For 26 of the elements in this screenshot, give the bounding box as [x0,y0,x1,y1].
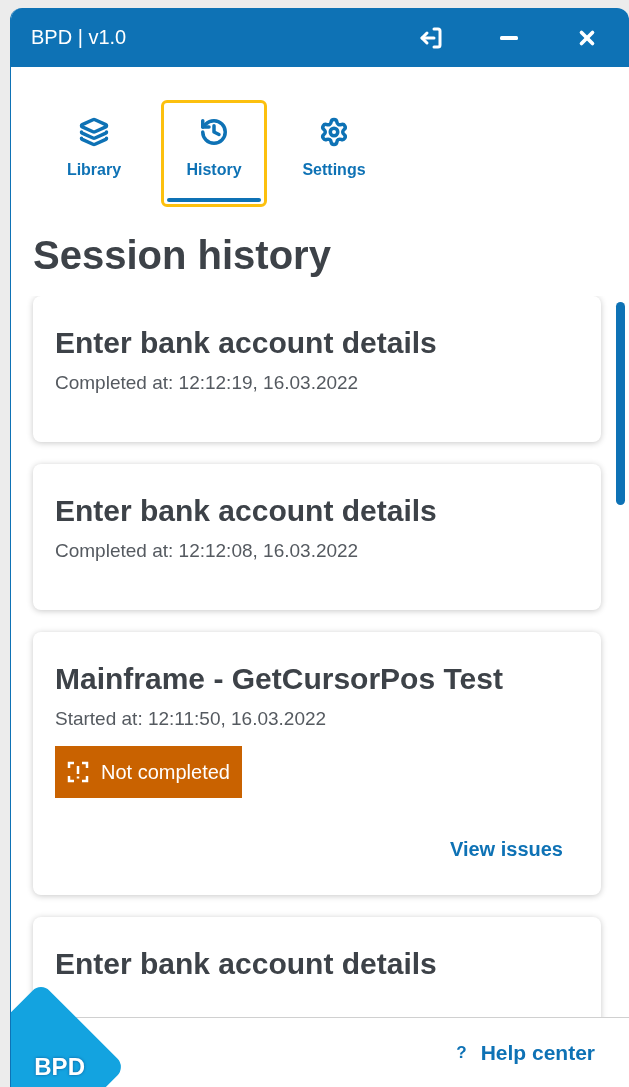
help-icon: ? [456,1042,467,1063]
session-title: Mainframe - GetCursorPos Test [55,662,504,696]
help-center-link[interactable]: Help center [480,1040,595,1065]
session-time: Started at: 12:11:50, 16.03.2022 [55,708,328,730]
view-issues-link[interactable]: View issues [449,838,563,861]
session-card[interactable]: Enter bank account details [33,917,601,1017]
session-title: Enter bank account details [55,326,438,360]
session-title: Enter bank account details [55,947,438,981]
layers-icon [79,117,109,147]
scrollbar-thumb[interactable] [616,302,625,505]
session-card[interactable]: Enter bank account details Completed at: 12:12:19, 16.03.2022 [33,296,601,442]
session-time: Completed at: 12:12:08, 16.03.2022 [55,540,360,562]
exit-icon [419,25,443,50]
gear-icon [319,117,349,147]
session-card[interactable]: Mainframe - GetCursorPos Test Started at: 12:11:50, 16.03.2022 Not completed View issues [33,632,601,895]
minimize-icon [500,35,518,40]
nav-tab[interactable]: History [161,100,267,207]
status-text: Not completed [101,760,230,784]
page-heading: Session history [33,233,332,278]
warning-icon [67,761,89,783]
logo-text: BPD [34,1053,85,1081]
session-title: Enter bank account details [55,494,438,528]
history-icon [199,117,229,147]
window-title: BPD | v1.0 [31,26,128,49]
session-card[interactable]: Enter bank account details Completed at: 12:12:08, 16.03.2022 [33,464,601,610]
session-time: Completed at: 12:12:19, 16.03.2022 [55,372,360,394]
